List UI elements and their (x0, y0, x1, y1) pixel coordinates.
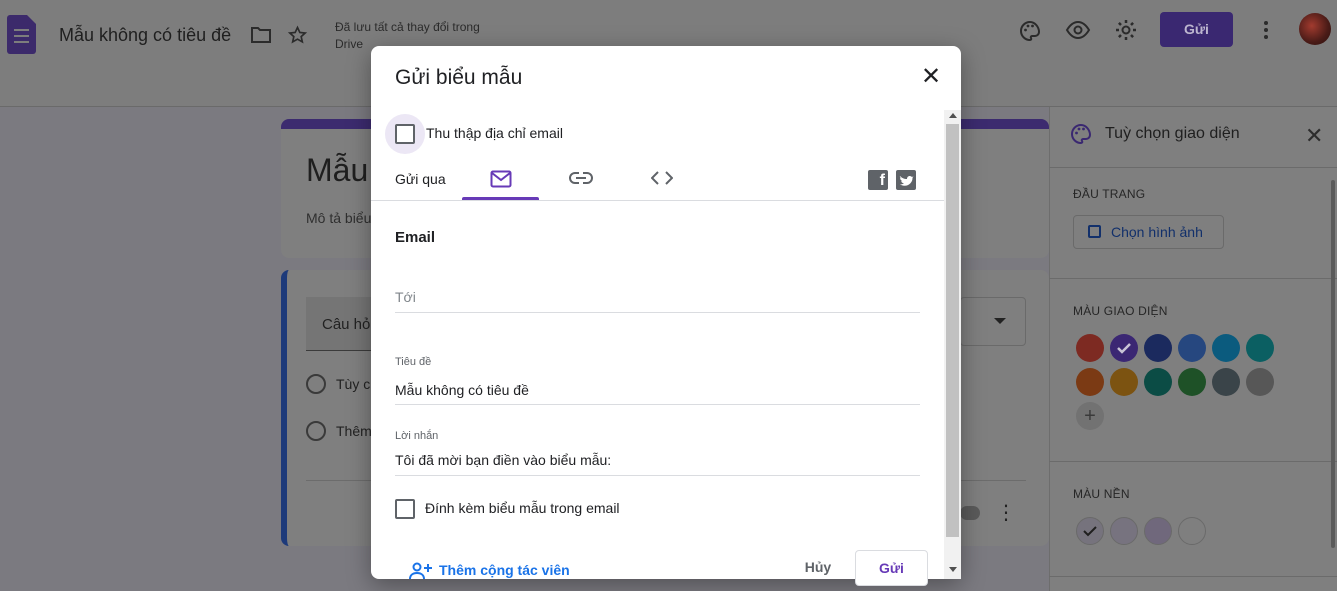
theme-color-swatch[interactable] (1144, 368, 1172, 396)
tab-email[interactable] (462, 160, 539, 200)
add-option-bg: Thêm (336, 423, 372, 439)
panel-title: Tuỳ chọn giao diện (1105, 125, 1240, 142)
theme-color-swatch[interactable] (1212, 368, 1240, 396)
background-color-swatch[interactable] (1144, 517, 1172, 545)
folder-icon[interactable] (250, 25, 272, 45)
theme-color-swatch[interactable] (1178, 368, 1206, 396)
background-color-swatch[interactable] (1178, 517, 1206, 545)
mail-icon (490, 170, 512, 188)
theme-color-swatch[interactable] (1076, 368, 1104, 396)
message-field-underline (395, 475, 920, 476)
option-label-bg: Tùy c (336, 376, 371, 392)
close-icon[interactable]: ✕ (921, 62, 941, 91)
theme-color-label: MÀU GIAO DIỆN (1073, 304, 1168, 318)
send-via-label: Gửi qua (395, 171, 446, 187)
dialog-scrollbar-thumb[interactable] (946, 124, 959, 537)
divider (1049, 278, 1337, 279)
dialog-title: Gửi biểu mẫu (395, 66, 523, 89)
divider (1049, 461, 1337, 462)
question-type-select-bg (960, 297, 1026, 346)
divider (1049, 576, 1337, 577)
required-toggle-bg (960, 506, 980, 520)
link-icon (569, 172, 593, 184)
avatar[interactable] (1299, 13, 1331, 45)
send-button-top[interactable]: Gửi (1160, 12, 1233, 47)
theme-color-swatch[interactable] (1178, 334, 1206, 362)
palette-icon[interactable] (1018, 19, 1042, 43)
to-field[interactable]: Tới (395, 289, 416, 305)
panel-scrollbar[interactable] (1331, 180, 1335, 548)
attach-form-label: Đính kèm biểu mẫu trong email (425, 500, 620, 516)
question-placeholder-bg: Câu hỏ (322, 316, 371, 333)
palette-icon (1071, 123, 1092, 145)
scroll-down-arrow-icon[interactable] (949, 567, 957, 572)
theme-color-swatch[interactable] (1212, 334, 1240, 362)
add-collaborators-link[interactable]: Thêm cộng tác viên (439, 562, 570, 578)
tab-embed[interactable] (623, 160, 700, 200)
subject-field[interactable]: Mẫu không có tiêu đề (395, 382, 529, 398)
chevron-down-icon (994, 318, 1006, 324)
background-color-swatch[interactable] (1110, 517, 1138, 545)
form-description-bg: Mô tả biểu (306, 210, 372, 226)
radio-icon (306, 374, 326, 394)
header-section-label: ĐẦU TRANG (1073, 187, 1146, 201)
document-title[interactable]: Mẫu không có tiêu đề (59, 25, 231, 46)
cancel-button[interactable]: Hủy (796, 552, 840, 582)
to-field-underline (395, 312, 920, 313)
background-color-label: MÀU NỀN (1073, 487, 1130, 501)
forms-doc-icon[interactable] (7, 15, 36, 54)
add-person-icon[interactable] (407, 561, 433, 581)
collect-email-label: Thu thập địa chỉ email (426, 125, 563, 141)
preview-eye-icon[interactable] (1065, 19, 1091, 41)
theme-color-swatch[interactable] (1144, 334, 1172, 362)
add-color-button[interactable]: + (1076, 402, 1104, 430)
radio-icon (306, 421, 326, 441)
collect-email-checkbox[interactable] (395, 124, 415, 144)
twitter-icon[interactable] (896, 170, 916, 190)
subject-label: Tiêu đề (395, 356, 432, 368)
check-icon (1117, 343, 1131, 354)
facebook-icon[interactable]: f (868, 170, 888, 190)
theme-color-swatch[interactable] (1110, 368, 1138, 396)
more-vert-icon[interactable] (1262, 19, 1270, 41)
tab-link[interactable] (542, 160, 619, 200)
scroll-up-arrow-icon[interactable] (949, 113, 957, 118)
email-section-heading: Email (395, 229, 436, 246)
embed-code-icon (651, 171, 673, 185)
form-title-bg: Mẫu (306, 152, 369, 188)
send-button[interactable]: Gửi (855, 550, 928, 586)
message-label: Lời nhắn (395, 430, 439, 442)
check-icon (1083, 526, 1097, 537)
theme-color-swatch[interactable] (1246, 334, 1274, 362)
settings-gear-icon[interactable] (1114, 18, 1138, 42)
image-icon (1088, 225, 1101, 238)
subject-field-underline (395, 404, 920, 405)
theme-color-swatch[interactable] (1110, 334, 1138, 362)
message-field[interactable]: Tôi đã mời bạn điền vào biểu mẫu: (395, 452, 611, 468)
theme-color-swatch[interactable] (1246, 368, 1274, 396)
divider (371, 200, 944, 201)
divider (1049, 167, 1337, 168)
background-color-swatch[interactable] (1076, 517, 1104, 545)
more-vert-icon: ⋮ (996, 502, 1016, 524)
theme-color-swatch[interactable] (1076, 334, 1104, 362)
close-icon[interactable]: ✕ (1305, 123, 1323, 149)
star-icon[interactable] (287, 25, 308, 45)
attach-form-checkbox[interactable] (395, 499, 415, 519)
